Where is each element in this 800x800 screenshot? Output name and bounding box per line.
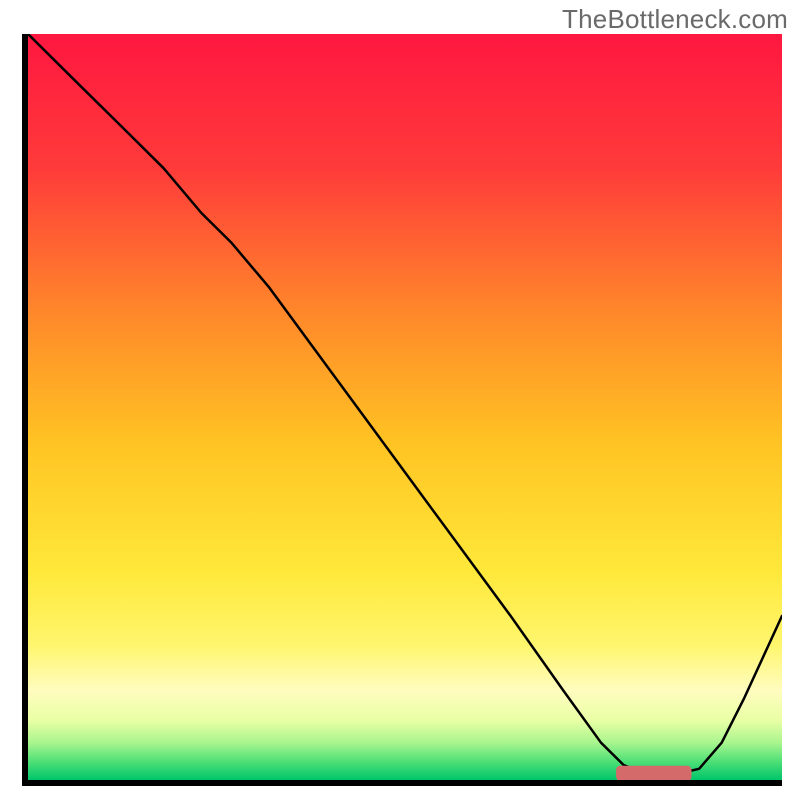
watermark-text: TheBottleneck.com [562, 4, 788, 35]
y-axis [22, 34, 28, 786]
x-axis [22, 780, 782, 786]
plot-area [22, 34, 782, 786]
optimal-marker [616, 766, 691, 780]
chart-svg [28, 34, 782, 780]
chart-frame: TheBottleneck.com [0, 0, 800, 800]
